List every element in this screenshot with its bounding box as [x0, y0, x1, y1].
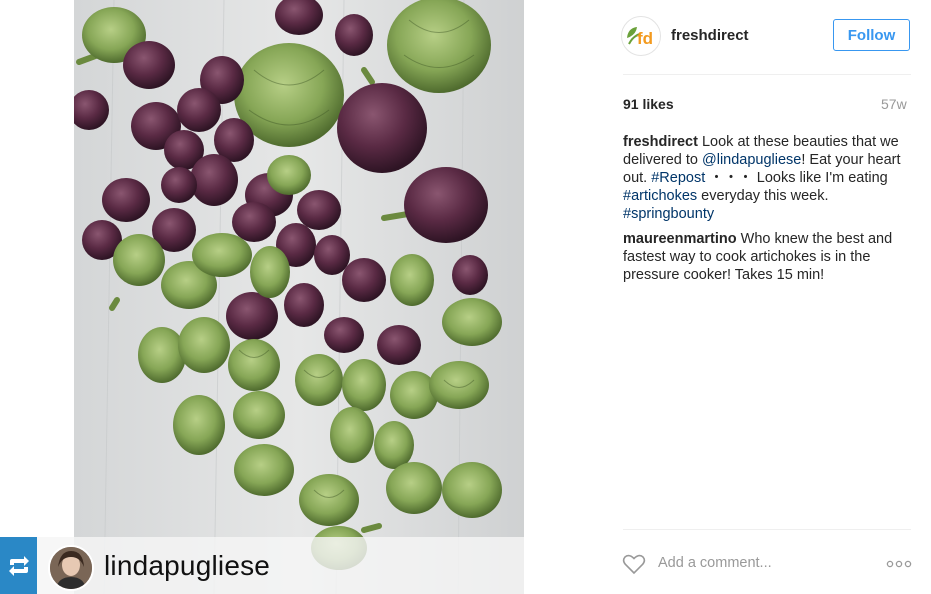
caption-text: ・・・ Looks like I'm eating — [705, 170, 888, 186]
repost-avatar — [48, 545, 94, 591]
hashtag-artichokes[interactable]: #artichokes — [623, 188, 697, 204]
comment-item: maureenmartino Who knew the best and fas… — [623, 230, 913, 284]
mention-link[interactable]: @lindapugliese — [702, 152, 801, 168]
logo-text: fd — [637, 29, 653, 48]
hashtag-springbounty[interactable]: #springbounty — [623, 206, 714, 222]
repost-username: lindapugliese — [104, 550, 271, 581]
likes-count[interactable]: 91 likes — [623, 96, 674, 112]
artichokes-image — [74, 0, 524, 594]
comment-username[interactable]: maureenmartino — [623, 231, 737, 247]
caption: freshdirect Look at these beauties that … — [623, 133, 913, 223]
caption-username[interactable]: freshdirect — [623, 134, 698, 150]
heart-icon[interactable] — [622, 553, 646, 575]
hashtag-repost[interactable]: #Repost — [651, 170, 705, 186]
repost-badge — [0, 537, 37, 594]
profile-avatar[interactable]: fd — [621, 16, 661, 56]
person-avatar-icon — [50, 547, 92, 589]
post-photo[interactable] — [74, 0, 524, 594]
header-username[interactable]: freshdirect — [671, 27, 749, 44]
freshdirect-logo-icon: fd — [627, 27, 653, 48]
header-divider — [623, 74, 911, 75]
repost-icon — [8, 555, 29, 576]
caption-text: everyday this week. — [697, 188, 829, 204]
more-options-icon[interactable] — [886, 560, 912, 568]
follow-button[interactable]: Follow — [833, 19, 910, 51]
comment-divider — [623, 529, 911, 530]
add-comment-input[interactable]: Add a comment... — [658, 555, 772, 571]
post-age[interactable]: 57w — [881, 96, 907, 112]
